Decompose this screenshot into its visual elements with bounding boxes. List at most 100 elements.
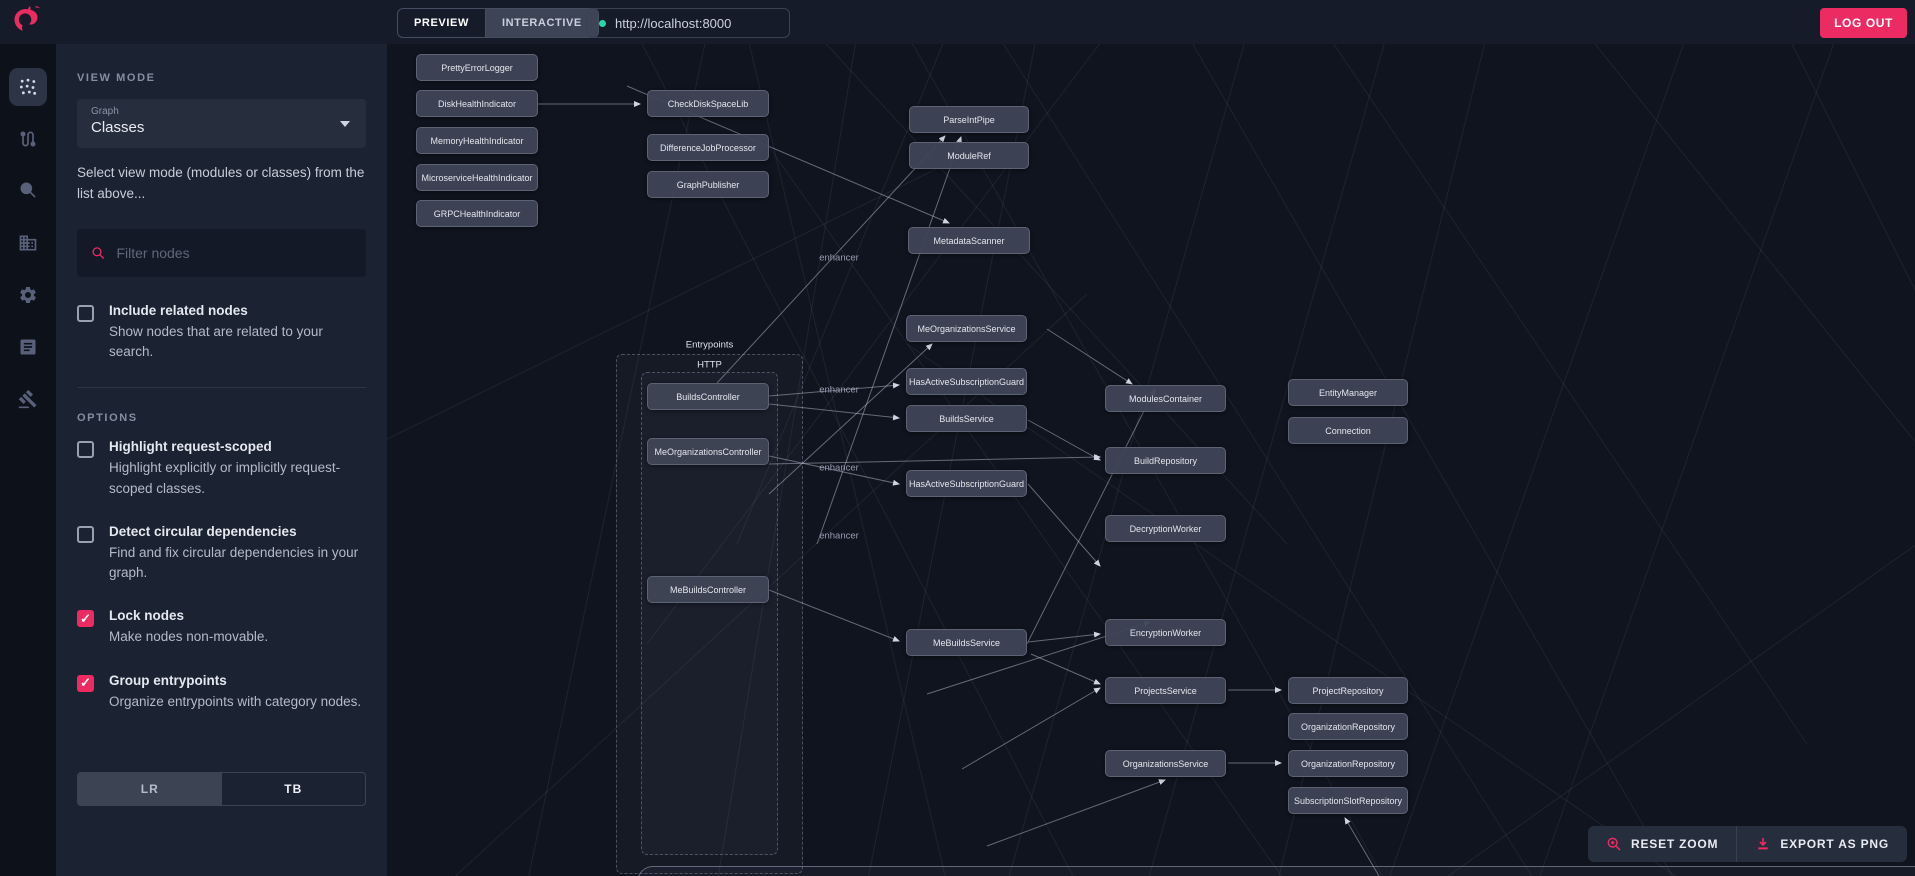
option-desc: Find and fix circular dependencies in yo… bbox=[109, 544, 359, 581]
graph-node[interactable]: MeOrganizationsController bbox=[647, 438, 769, 465]
graph-node[interactable]: PrettyErrorLogger bbox=[416, 54, 538, 81]
option-desc: Show nodes that are related to your sear… bbox=[109, 323, 323, 360]
graph-select-label: Graph bbox=[91, 106, 119, 117]
graph-node[interactable]: DecryptionWorker bbox=[1105, 515, 1226, 542]
url-text: http://localhost:8000 bbox=[615, 15, 732, 31]
graph-node[interactable]: GRPCHealthIndicator bbox=[416, 200, 538, 227]
filter-input[interactable] bbox=[116, 244, 352, 261]
edge-label: enhancer bbox=[819, 384, 859, 396]
gavel-icon bbox=[18, 389, 37, 409]
export-png-button[interactable]: EXPORT AS PNG bbox=[1736, 826, 1907, 862]
direction-lr-button[interactable]: LR bbox=[78, 773, 222, 805]
preview-mode-toggle: PREVIEW INTERACTIVE bbox=[397, 8, 599, 38]
side-panel: VIEW MODE Graph Classes Select view mode… bbox=[56, 44, 387, 876]
zoom-icon bbox=[1607, 837, 1621, 851]
options-list: Highlight request-scoped Highlight explic… bbox=[77, 439, 366, 712]
option-highlight-request-scoped: Highlight request-scoped Highlight explic… bbox=[77, 439, 366, 499]
graph-select[interactable]: Graph Classes bbox=[77, 99, 366, 148]
graph-node[interactable]: MemoryHealthIndicator bbox=[416, 127, 538, 154]
graph-node[interactable]: OrganizationsService bbox=[1105, 750, 1226, 777]
logout-button[interactable]: LOG OUT bbox=[1820, 8, 1907, 38]
rail-routes-button[interactable] bbox=[9, 120, 47, 158]
graph-node[interactable]: EncryptionWorker bbox=[1105, 619, 1226, 646]
include-related-wrap: Include related nodes Show nodes that are… bbox=[77, 303, 366, 363]
graph-node[interactable]: OrganizationRepository bbox=[1288, 750, 1408, 777]
graph-node[interactable]: ParseIntPipe bbox=[909, 106, 1029, 133]
checkbox[interactable] bbox=[77, 304, 94, 322]
graph-node[interactable]: HasActiveSubscriptionGuard bbox=[906, 470, 1027, 497]
edge-label: enhancer bbox=[819, 530, 859, 542]
graph-node[interactable]: EntityManager bbox=[1288, 379, 1408, 406]
graph-node[interactable]: ProjectsService bbox=[1105, 677, 1226, 704]
graph-node[interactable]: CheckDiskSpaceLib bbox=[647, 90, 769, 117]
option-title: Group entrypoints bbox=[109, 672, 227, 688]
checkbox[interactable]: ✓ bbox=[77, 610, 94, 628]
checkbox[interactable] bbox=[77, 441, 94, 459]
option-text: Group entrypoints Organize entrypoints wi… bbox=[109, 673, 361, 712]
canvas-toolbar: RESET ZOOM EXPORT AS PNG bbox=[1588, 826, 1907, 862]
group-label: Entrypoints bbox=[685, 339, 734, 351]
graph-node[interactable]: MicroserviceHealthIndicator bbox=[416, 164, 538, 191]
option-lock-nodes: ✓ Lock nodes Make nodes non-movable. bbox=[77, 608, 366, 647]
graph-node[interactable]: SubscriptionSlotRepository bbox=[1288, 787, 1408, 814]
graph-node[interactable]: BuildsService bbox=[906, 405, 1027, 432]
option-title: Include related nodes bbox=[109, 302, 248, 318]
rail-settings-button[interactable] bbox=[9, 276, 47, 314]
options-header: OPTIONS bbox=[77, 412, 138, 425]
edge-label: enhancer bbox=[819, 252, 859, 264]
nestjs-logo bbox=[14, 6, 41, 31]
graph-node[interactable]: DiskHealthIndicator bbox=[416, 90, 538, 117]
tab-interactive[interactable]: INTERACTIVE bbox=[484, 9, 598, 37]
reset-zoom-button[interactable]: RESET ZOOM bbox=[1588, 826, 1736, 862]
divider bbox=[77, 387, 366, 389]
top-bar: PREVIEW INTERACTIVE http://localhost:800… bbox=[0, 0, 1915, 44]
settings-icon bbox=[20, 286, 36, 304]
status-dot bbox=[599, 19, 606, 27]
graph-node[interactable]: GraphPublisher bbox=[647, 171, 769, 198]
tab-preview[interactable]: PREVIEW bbox=[398, 9, 485, 37]
option-desc: Highlight explicitly or implicitly reque… bbox=[109, 460, 341, 496]
reset-zoom-label: RESET ZOOM bbox=[1631, 837, 1719, 851]
icon-rail bbox=[0, 44, 56, 876]
group-label: HTTP bbox=[697, 359, 722, 371]
graph-node[interactable]: BuildsController bbox=[647, 383, 769, 410]
option-desc: Make nodes non-movable. bbox=[109, 629, 269, 645]
rail-modules-button[interactable] bbox=[9, 224, 47, 262]
rail-gavel-button[interactable] bbox=[9, 380, 47, 418]
graph-node[interactable]: HasActiveSubscriptionGuard bbox=[906, 368, 1027, 395]
graph-node[interactable]: Connection bbox=[1288, 417, 1408, 444]
graph-node[interactable]: BuildRepository bbox=[1105, 447, 1226, 474]
route-icon bbox=[20, 131, 36, 147]
option-include-related-nodes: Include related nodes Show nodes that are… bbox=[77, 303, 366, 363]
graph-node[interactable]: ModuleRef bbox=[909, 142, 1029, 169]
chevron-down-icon bbox=[340, 121, 350, 127]
graph-node[interactable]: MeOrganizationsService bbox=[906, 315, 1027, 342]
graph-node[interactable]: MeBuildsService bbox=[906, 629, 1027, 656]
graph-node[interactable]: MetadataScanner bbox=[908, 227, 1030, 254]
graph-node[interactable]: MeBuildsController bbox=[647, 576, 769, 603]
canvas-bottom-panel bbox=[637, 866, 1915, 876]
checkbox[interactable] bbox=[77, 525, 94, 543]
rail-graph-view-button[interactable] bbox=[9, 68, 47, 106]
url-field[interactable]: http://localhost:8000 bbox=[586, 8, 790, 38]
graph-node[interactable]: OrganizationRepository bbox=[1288, 713, 1408, 740]
graph-node[interactable]: ProjectRepository bbox=[1288, 677, 1408, 704]
option-desc: Organize entrypoints with category nodes… bbox=[109, 693, 362, 709]
search-icon bbox=[92, 247, 105, 259]
graph-select-value: Classes bbox=[91, 119, 145, 136]
option-group-entrypoints: ✓ Group entrypoints Organize entrypoints w… bbox=[77, 673, 366, 712]
direction-tb-button[interactable]: TB bbox=[222, 773, 366, 805]
option-title: Lock nodes bbox=[109, 608, 185, 624]
rail-docs-button[interactable] bbox=[9, 328, 47, 366]
docs-icon bbox=[20, 339, 36, 355]
modules-icon bbox=[19, 235, 37, 251]
graph-node[interactable]: ModulesContainer bbox=[1105, 385, 1226, 412]
graph-node[interactable]: DifferenceJobProcessor bbox=[647, 134, 769, 161]
graph-canvas[interactable]: Entrypoints HTTP PrettyErrorLogger DiskHeal… bbox=[387, 44, 1915, 876]
rail-inspect-button[interactable] bbox=[9, 171, 47, 209]
view-mode-header: VIEW MODE bbox=[77, 72, 156, 84]
filter-box bbox=[77, 228, 366, 277]
direction-toggle: LR TB bbox=[77, 772, 366, 806]
checkbox[interactable]: ✓ bbox=[77, 674, 94, 692]
view-mode-description: Select view mode (modules or classes) fr… bbox=[77, 165, 365, 201]
